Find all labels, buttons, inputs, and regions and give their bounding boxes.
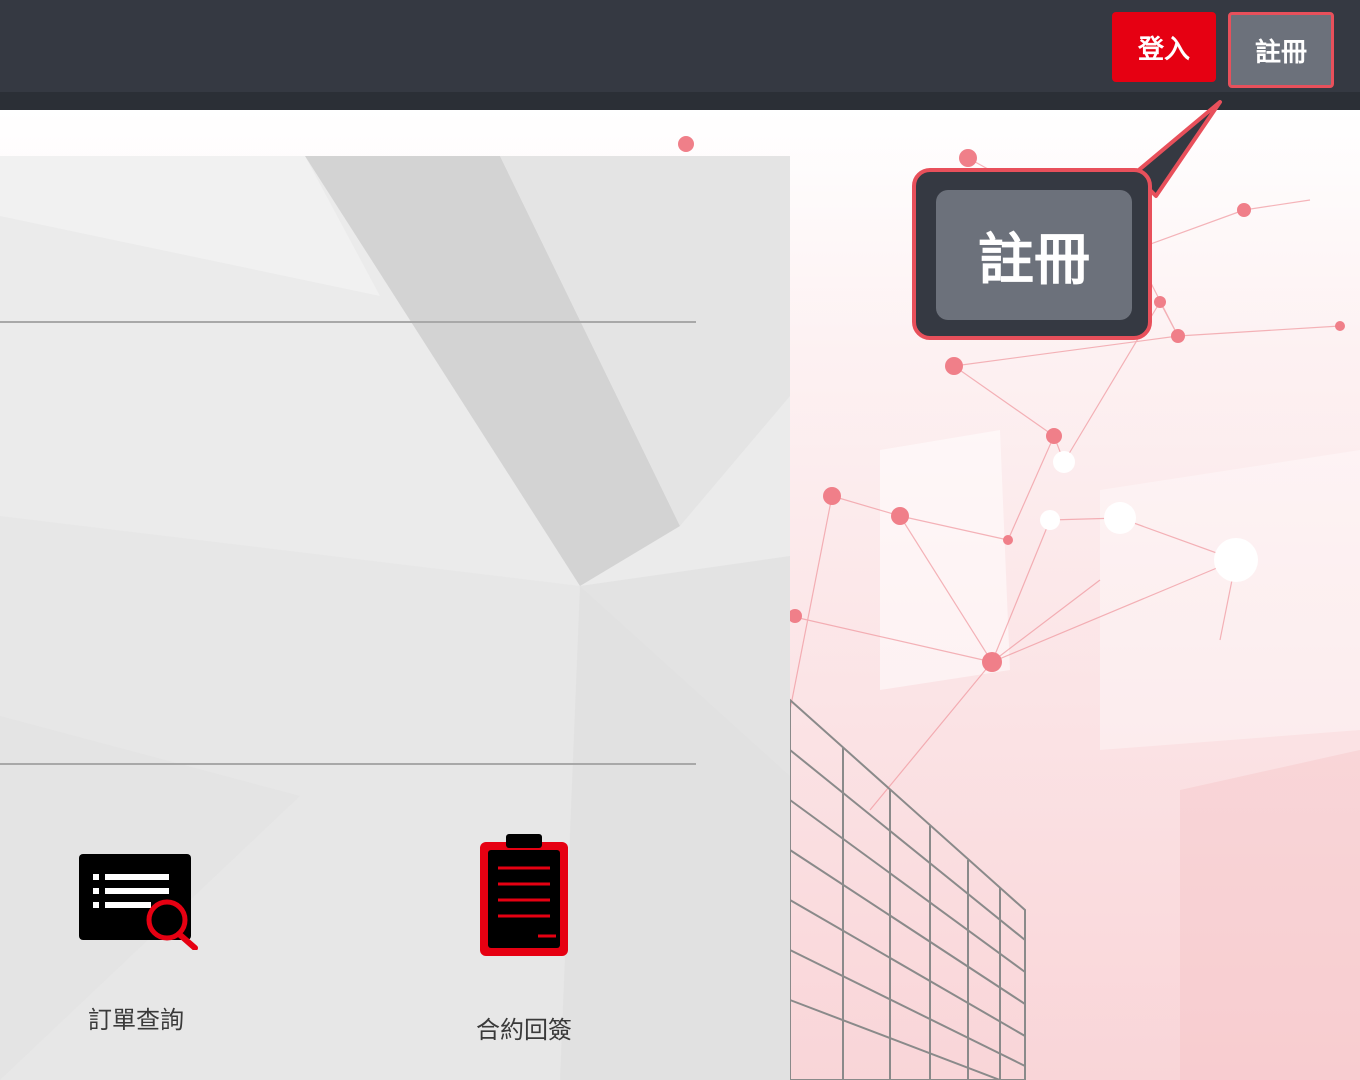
order-search-shortcut[interactable]: 訂單查詢 bbox=[36, 846, 236, 1035]
callout-register-button: 註冊 bbox=[936, 190, 1132, 320]
content-panel: 訂單查詢 合約回簽 bbox=[0, 156, 790, 1080]
section-divider-bottom bbox=[0, 763, 696, 765]
contract-sign-shortcut[interactable]: 合約回簽 bbox=[424, 832, 624, 1045]
clipboard-icon bbox=[480, 834, 568, 956]
login-button[interactable]: 登入 bbox=[1112, 12, 1216, 82]
contract-sign-label: 合約回簽 bbox=[476, 1016, 572, 1044]
top-navigation-bar: 登入 註冊 bbox=[0, 0, 1360, 110]
order-search-icon bbox=[79, 854, 198, 950]
section-divider-top bbox=[0, 321, 696, 323]
order-search-label: 訂單查詢 bbox=[88, 1006, 184, 1034]
register-zoom-callout: 註冊 bbox=[912, 168, 1152, 340]
register-button[interactable]: 註冊 bbox=[1228, 12, 1334, 88]
